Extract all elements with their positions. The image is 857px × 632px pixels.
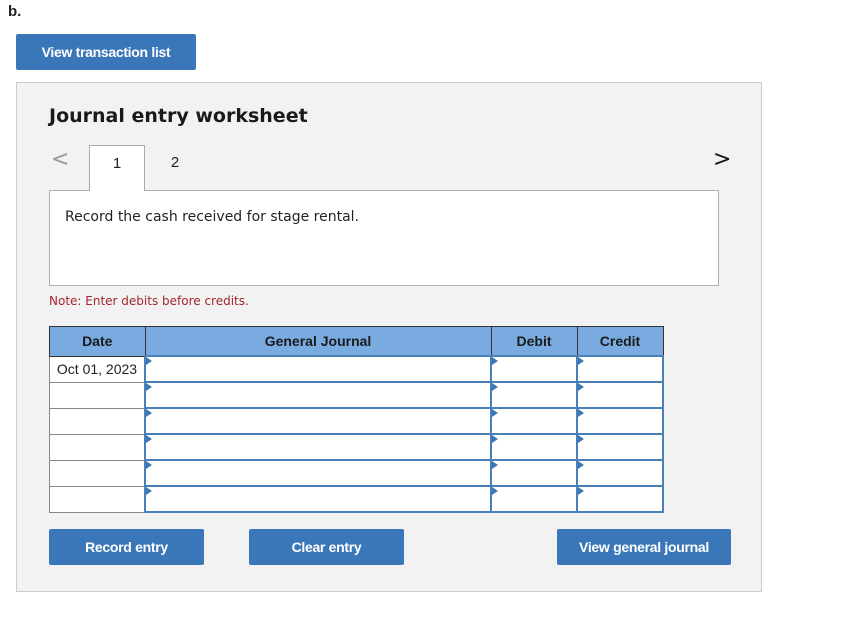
account-input[interactable] <box>144 485 492 513</box>
account-input[interactable] <box>144 433 492 461</box>
date-cell <box>49 485 146 513</box>
journal-entry-worksheet-panel: Journal entry worksheet < 1 2 > Record t… <box>16 82 762 592</box>
worksheet-title: Journal entry worksheet <box>49 105 308 127</box>
clear-entry-button[interactable]: Clear entry <box>249 529 404 565</box>
part-label: b. <box>8 3 22 20</box>
transaction-description-box: Record the cash received for stage renta… <box>49 190 719 286</box>
table-row <box>49 381 664 409</box>
debit-input[interactable] <box>490 433 578 461</box>
account-input[interactable] <box>144 355 492 383</box>
table-row <box>49 459 664 487</box>
header-date: Date <box>49 326 146 357</box>
chevron-right-icon[interactable]: > <box>713 147 731 172</box>
record-entry-button[interactable]: Record entry <box>49 529 204 565</box>
date-cell <box>49 381 146 409</box>
debit-input[interactable] <box>490 485 578 513</box>
account-input[interactable] <box>144 459 492 487</box>
tab-1[interactable]: 1 <box>89 145 145 191</box>
debit-input[interactable] <box>490 407 578 435</box>
debit-input[interactable] <box>490 381 578 409</box>
view-transaction-list-button[interactable]: View transaction list <box>16 34 196 70</box>
debit-input[interactable] <box>490 355 578 383</box>
header-debit: Debit <box>490 326 578 357</box>
credit-input[interactable] <box>576 407 664 435</box>
view-general-journal-button[interactable]: View general journal <box>557 529 731 565</box>
header-credit: Credit <box>576 326 664 357</box>
credit-input[interactable] <box>576 485 664 513</box>
credit-input[interactable] <box>576 459 664 487</box>
table-row <box>49 433 664 461</box>
account-input[interactable] <box>144 407 492 435</box>
tab-2[interactable]: 2 <box>147 145 203 191</box>
note-text: Note: Enter debits before credits. <box>49 294 249 308</box>
journal-table: Date General Journal Debit Credit Oct 01… <box>49 326 664 513</box>
table-row <box>49 407 664 435</box>
date-cell <box>49 459 146 487</box>
table-row: Oct 01, 2023 <box>49 355 664 383</box>
date-cell <box>49 433 146 461</box>
header-general-journal: General Journal <box>144 326 492 357</box>
table-row <box>49 485 664 513</box>
credit-input[interactable] <box>576 355 664 383</box>
credit-input[interactable] <box>576 433 664 461</box>
chevron-left-icon[interactable]: < <box>51 147 69 172</box>
account-input[interactable] <box>144 381 492 409</box>
transaction-description: Record the cash received for stage renta… <box>65 209 359 225</box>
debit-input[interactable] <box>490 459 578 487</box>
credit-input[interactable] <box>576 381 664 409</box>
date-cell: Oct 01, 2023 <box>49 355 146 383</box>
date-cell <box>49 407 146 435</box>
